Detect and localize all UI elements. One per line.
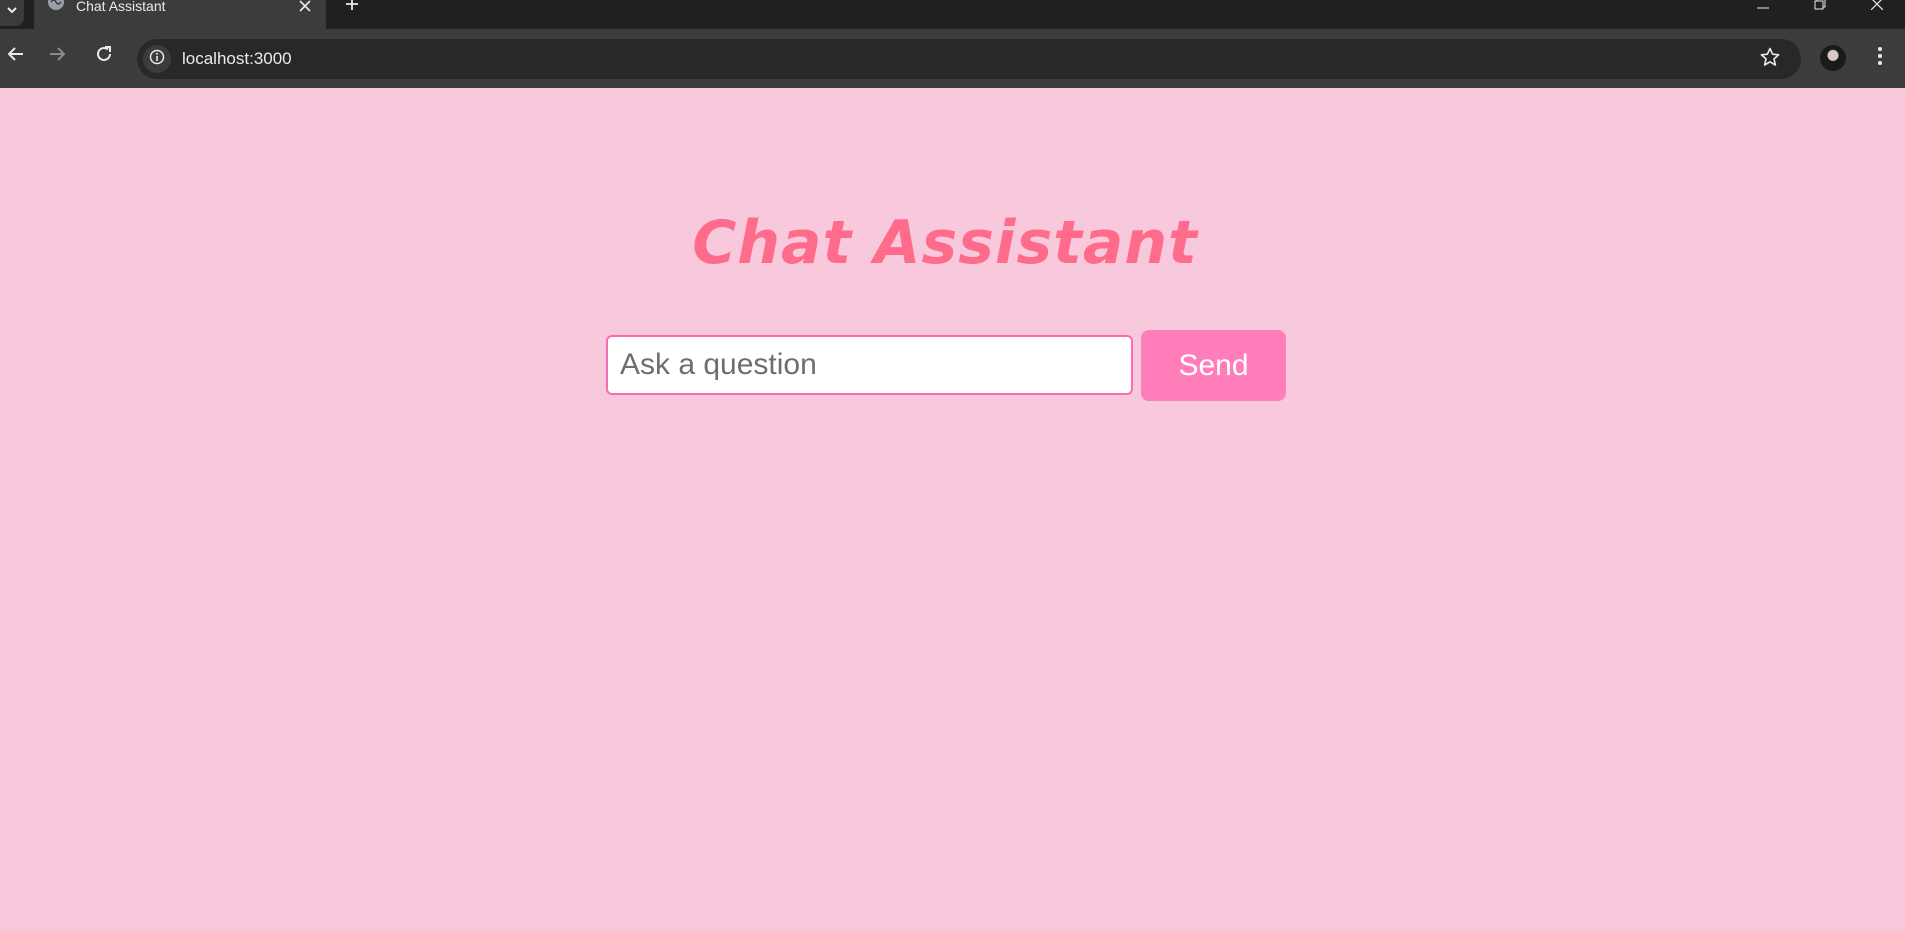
star-icon [1760, 47, 1780, 72]
close-icon[interactable] [296, 0, 314, 14]
avatar[interactable] [1820, 45, 1846, 71]
forward-button[interactable] [43, 41, 73, 71]
tab-chat-assistant[interactable]: Chat Assistant [34, 0, 326, 29]
forward-arrow-icon [49, 46, 67, 67]
globe-icon [47, 0, 65, 12]
info-icon [149, 49, 165, 70]
reload-button[interactable] [89, 41, 119, 71]
tab-title: Chat Assistant [76, 0, 166, 14]
bookmark-button[interactable] [1757, 47, 1783, 71]
page-title: Chat Assistant [692, 208, 1198, 278]
browser-toolbar: localhost:3000 [0, 29, 1905, 88]
tab-strip: Chat Assistant [0, 0, 1905, 29]
new-tab-button[interactable] [340, 0, 364, 16]
restore-button[interactable] [1805, 0, 1835, 14]
browser-menu-button[interactable] [1868, 43, 1892, 73]
tab-search-button[interactable] [0, 0, 24, 26]
back-arrow-icon [6, 46, 24, 67]
page-content: Chat Assistant Send [0, 88, 1905, 931]
kebab-menu-icon [1877, 46, 1883, 71]
site-info-button[interactable] [143, 45, 171, 73]
restore-icon [1814, 0, 1826, 15]
url-text[interactable]: localhost:3000 [182, 49, 292, 69]
close-window-button[interactable] [1862, 0, 1892, 14]
send-button[interactable]: Send [1141, 330, 1286, 401]
plus-icon [345, 0, 359, 16]
reload-icon [95, 45, 113, 68]
minimize-button[interactable] [1748, 0, 1778, 14]
close-icon [1870, 0, 1884, 15]
browser-chrome: Chat Assistant localhost:3000 [0, 0, 1905, 88]
question-input[interactable] [606, 335, 1133, 395]
address-bar[interactable]: localhost:3000 [137, 39, 1801, 79]
back-button[interactable] [0, 41, 30, 71]
chevron-down-icon [6, 4, 18, 22]
minimize-icon [1757, 0, 1769, 15]
